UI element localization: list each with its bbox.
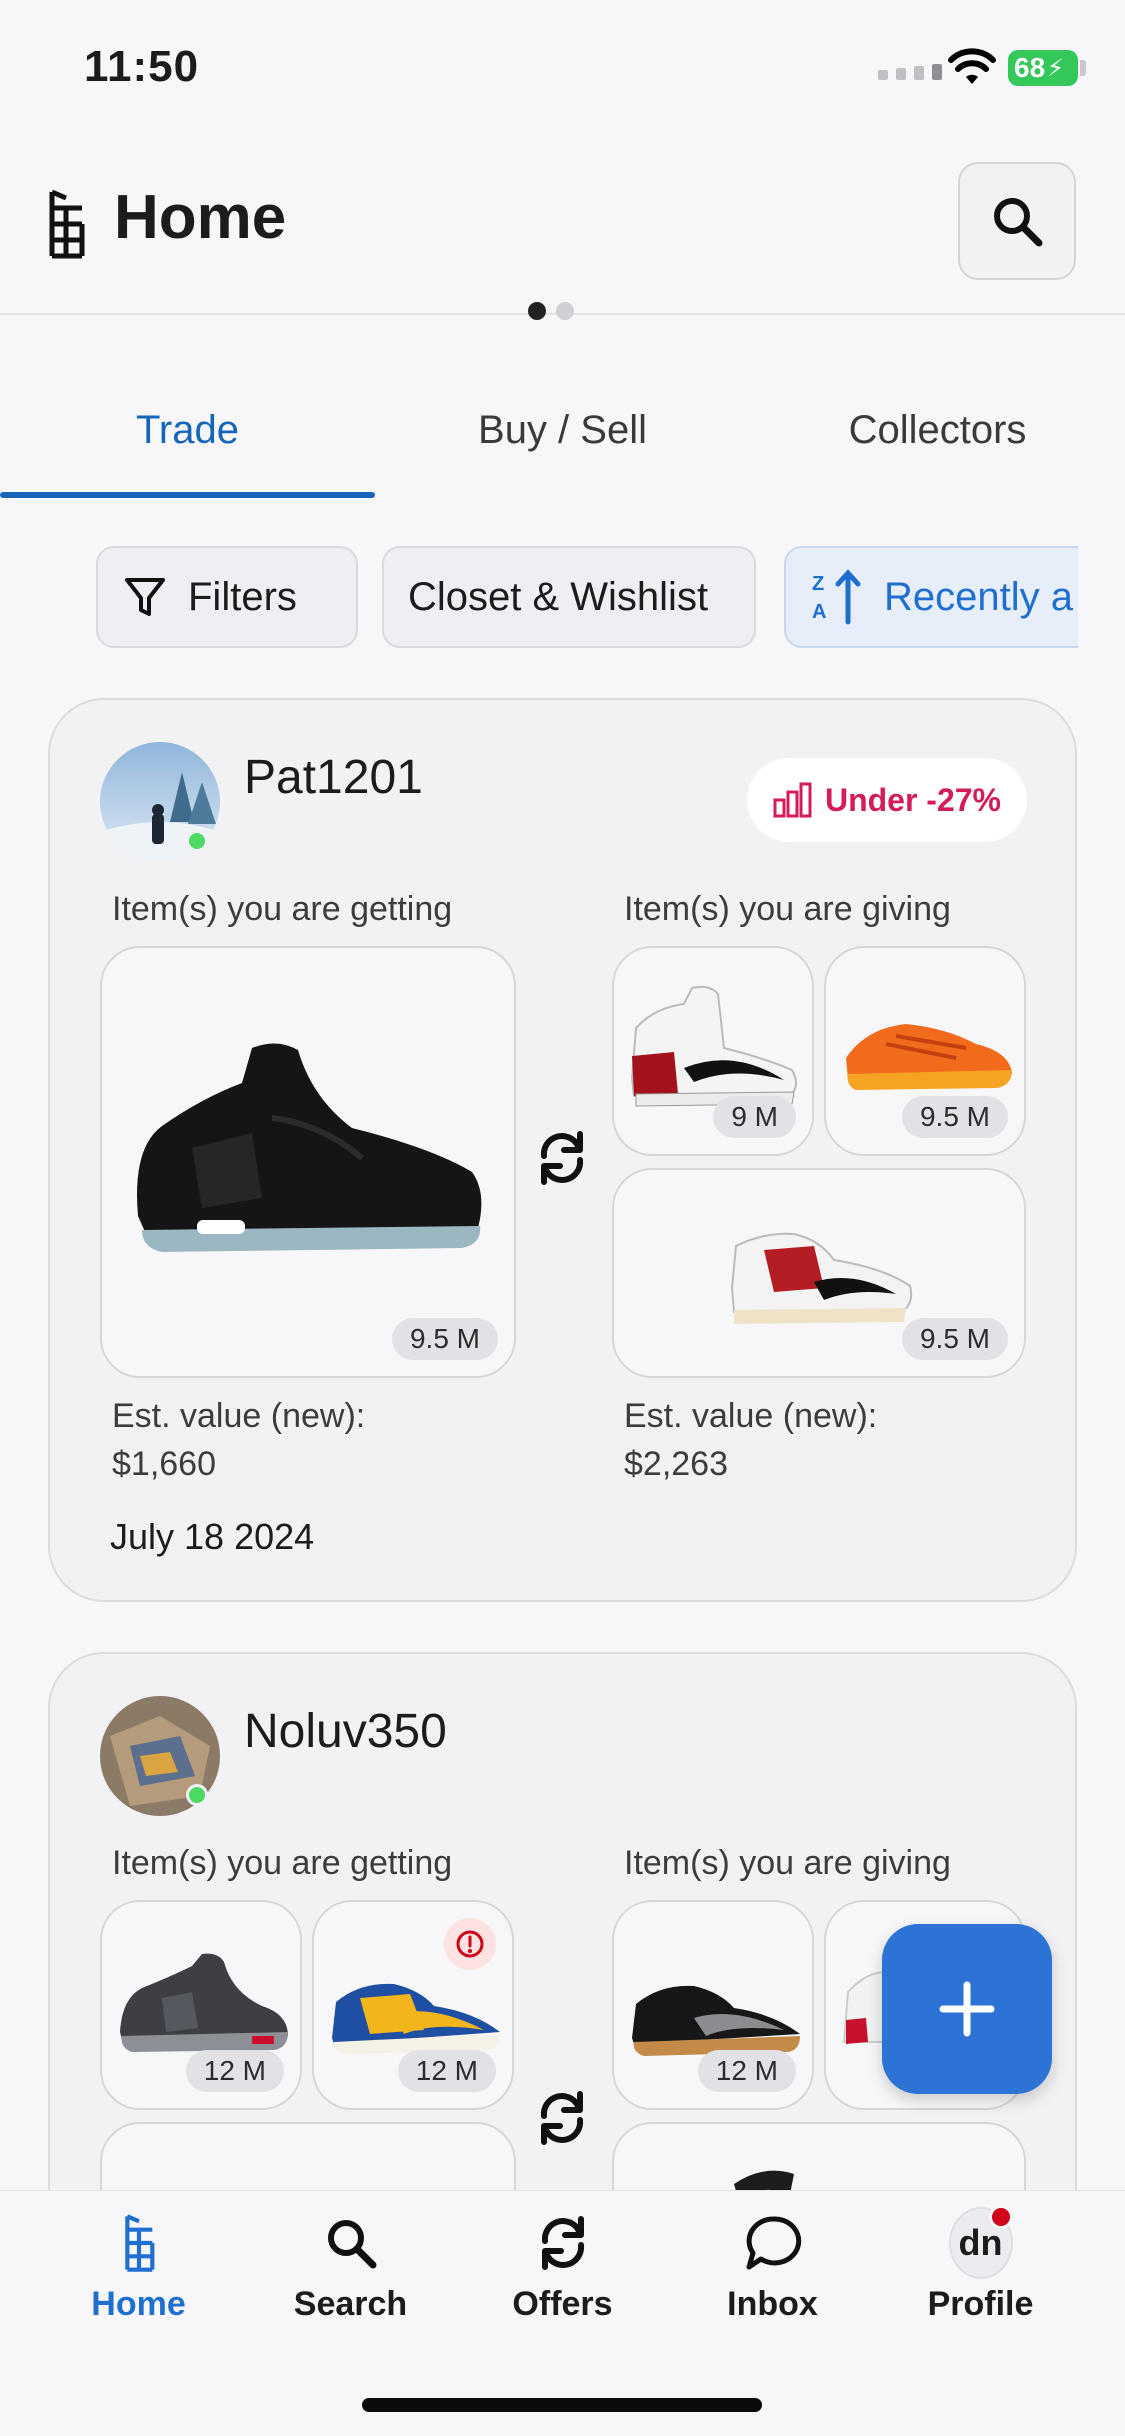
nav-profile[interactable]: dn Profile xyxy=(868,2205,1093,2361)
getting-item-card[interactable]: 9.5 M xyxy=(100,946,516,1378)
giving-item-card[interactable]: 9.5 M xyxy=(612,1168,1026,1378)
status-time: 11:50 xyxy=(84,42,200,91)
nav-search-label: Search xyxy=(293,2285,408,2323)
getting-est-value-label: Est. value (new): xyxy=(112,1397,366,1435)
giving-label: Item(s) you are giving xyxy=(624,890,951,928)
status-bar: 11:50 68 ⚡ xyxy=(0,0,1125,140)
page-dot xyxy=(556,302,574,320)
alert-circle-icon xyxy=(456,1930,484,1958)
nav-home-label: Home xyxy=(91,2285,186,2323)
home-logo-icon xyxy=(124,2214,154,2272)
swap-icon xyxy=(540,1131,584,1185)
getting-label: Item(s) you are getting xyxy=(112,890,453,928)
size-pill: 9.5 M xyxy=(901,1318,1008,1360)
value-difference-badge: Under -27% xyxy=(746,758,1027,842)
nav-search[interactable]: Search xyxy=(238,2211,463,2361)
online-status-dot xyxy=(186,1784,208,1806)
tab-collectors[interactable]: Collectors xyxy=(750,360,1125,500)
profile-avatar-initials: dn xyxy=(958,2222,1003,2263)
size-pill: 12 M xyxy=(185,2050,284,2092)
giving-est-value: $2,263 xyxy=(624,1445,728,1483)
giving-est-value-label: Est. value (new): xyxy=(624,1397,878,1435)
page-dot-active xyxy=(528,302,546,320)
size-pill: 9.5 M xyxy=(901,1096,1008,1138)
getting-est-value: $1,660 xyxy=(112,1445,216,1483)
getting-item-card[interactable]: 12 M xyxy=(100,1900,302,2110)
closet-wishlist-label: Closet & Wishlist xyxy=(408,574,709,619)
nav-inbox[interactable]: Inbox xyxy=(660,2211,885,2361)
home-indicator xyxy=(362,2398,762,2412)
search-icon xyxy=(994,198,1043,247)
tab-underline xyxy=(0,492,375,498)
sort-label: Recently a xyxy=(884,574,1073,619)
username[interactable]: Pat1201 xyxy=(244,750,423,805)
giving-item-card[interactable]: 9.5 M xyxy=(824,946,1026,1156)
giving-item-card[interactable]: 9 M xyxy=(612,946,814,1156)
bar-chart-icon xyxy=(773,782,812,818)
app-logo-icon xyxy=(49,189,85,259)
svg-text:A: A xyxy=(812,601,826,623)
tab-trade[interactable]: Trade xyxy=(0,360,375,500)
nav-home[interactable]: Home xyxy=(26,2211,251,2361)
funnel-icon xyxy=(125,578,165,616)
plus-icon xyxy=(939,1981,995,2037)
wifi-icon xyxy=(948,48,996,84)
tab-buy-sell[interactable]: Buy / Sell xyxy=(375,360,750,500)
alert-badge[interactable] xyxy=(444,1918,496,1970)
getting-item-card[interactable]: 12 M xyxy=(312,1900,514,2110)
battery-cap xyxy=(1080,60,1086,76)
size-pill: 9.5 M xyxy=(391,1318,498,1360)
nav-offers[interactable]: Offers xyxy=(450,2211,675,2361)
nav-profile-label: Profile xyxy=(927,2285,1034,2323)
battery-icon: 68 ⚡ xyxy=(1008,50,1078,86)
online-status-dot xyxy=(186,830,208,852)
notification-dot xyxy=(988,2205,1013,2229)
size-pill: 12 M xyxy=(397,2050,496,2092)
filters-label: Filters xyxy=(188,574,297,619)
trade-date: July 18 2024 xyxy=(110,1516,315,1557)
cellular-signal-icon xyxy=(878,64,942,80)
filters-button[interactable]: Filters xyxy=(96,546,358,648)
swap-icon xyxy=(540,2091,584,2145)
nav-inbox-label: Inbox xyxy=(727,2285,818,2323)
filter-chips: Filters Closet & Wishlist Z A Recently a xyxy=(96,546,1078,650)
size-pill: 12 M xyxy=(697,2050,796,2092)
create-trade-fab[interactable] xyxy=(882,1924,1052,2094)
giving-label: Item(s) you are giving xyxy=(624,1844,951,1882)
page-title: Home xyxy=(114,183,287,252)
nav-offers-label: Offers xyxy=(512,2285,613,2323)
page-indicator xyxy=(528,302,574,320)
battery-level: 68 xyxy=(1014,52,1046,83)
size-pill: 9 M xyxy=(713,1096,796,1138)
value-difference-text: Under -27% xyxy=(824,781,1001,818)
closet-wishlist-button[interactable]: Closet & Wishlist xyxy=(382,546,756,648)
header-search-button[interactable] xyxy=(958,162,1076,280)
username[interactable]: Noluv350 xyxy=(244,1704,447,1759)
trade-card[interactable]: Pat1201 Under -27% Item(s) you are getti… xyxy=(48,698,1077,1602)
header: Home xyxy=(0,140,1125,315)
svg-text:Z: Z xyxy=(812,573,824,595)
sort-button[interactable]: Z A Recently a xyxy=(784,546,1078,648)
offers-swap-icon xyxy=(541,2216,584,2270)
search-icon xyxy=(327,2220,376,2269)
giving-item-card[interactable]: 12 M xyxy=(612,1900,814,2110)
profile-avatar: dn xyxy=(948,2205,1013,2279)
sort-z-a-icon: Z A xyxy=(812,569,861,625)
chat-bubble-icon xyxy=(746,2216,801,2270)
tab-bar: Trade Buy / Sell Collectors xyxy=(0,360,1125,500)
black-sneaker-image xyxy=(137,1043,482,1252)
getting-label: Item(s) you are getting xyxy=(112,1844,453,1882)
